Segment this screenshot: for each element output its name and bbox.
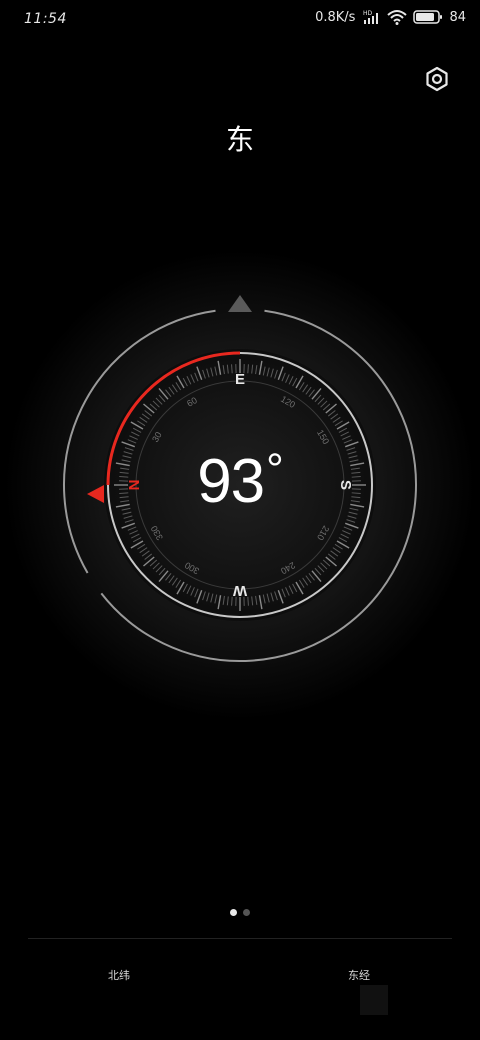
network-type-label: HD bbox=[363, 10, 373, 17]
tick-mark bbox=[231, 364, 233, 374]
tick-mark bbox=[351, 476, 361, 478]
gear-hex-icon bbox=[426, 66, 448, 92]
status-time: 11:54 bbox=[24, 11, 67, 27]
longitude-label: 东经 bbox=[348, 969, 370, 982]
latitude-label: 北纬 bbox=[108, 969, 130, 982]
status-right-group: 0.8K/s HD 84 bbox=[315, 9, 466, 25]
battery-percent: 84 bbox=[449, 9, 466, 25]
tick-mark bbox=[119, 476, 129, 478]
network-speed: 0.8K/s bbox=[315, 9, 356, 25]
tick-mark bbox=[351, 492, 361, 494]
battery-icon bbox=[413, 9, 443, 25]
footer-placeholder bbox=[360, 985, 388, 1015]
tick-mark bbox=[119, 492, 129, 494]
heading-value: 93 bbox=[197, 447, 265, 516]
cardinal-east: E bbox=[235, 371, 245, 388]
settings-button[interactable] bbox=[420, 62, 454, 96]
degree-symbol: ° bbox=[266, 445, 284, 494]
page-dot-active[interactable] bbox=[230, 909, 237, 916]
footer-divider bbox=[28, 938, 452, 939]
wifi-icon bbox=[387, 9, 408, 25]
signal-icon: HD bbox=[361, 9, 381, 25]
page-dot[interactable] bbox=[243, 909, 250, 916]
page-indicator bbox=[0, 909, 480, 916]
direction-label: 东 bbox=[225, 123, 254, 156]
compass[interactable]: 30 60 120 150 210 240 300 330 N E S W 93° bbox=[0, 240, 480, 720]
tick-mark bbox=[231, 596, 233, 606]
tick-mark bbox=[247, 364, 249, 374]
status-bar: 11:54 0.8K/s HD 84 bbox=[0, 0, 480, 40]
cardinal-west: W bbox=[232, 582, 247, 599]
heading-readout: 93° bbox=[140, 445, 340, 517]
